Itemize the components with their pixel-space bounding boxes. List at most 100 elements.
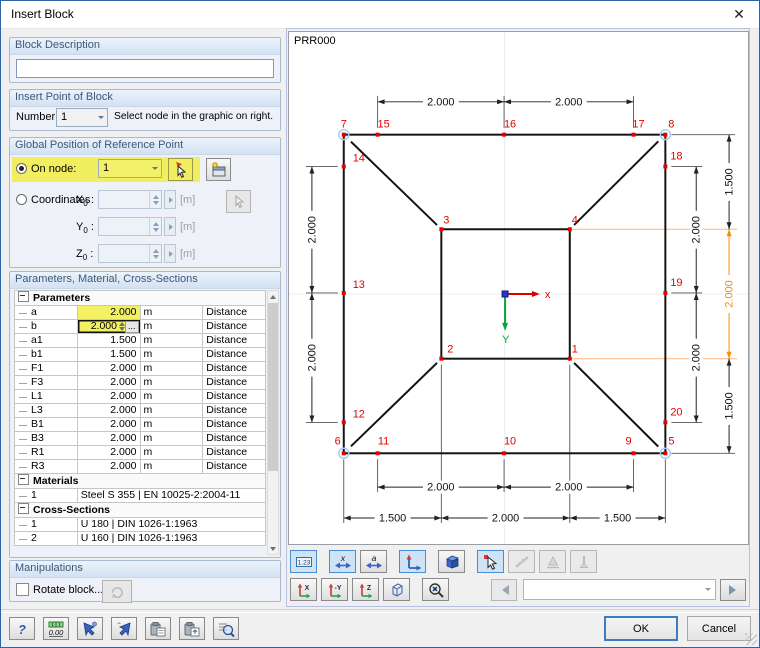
node-marker[interactable] <box>663 133 667 137</box>
rotate-block-checkbox[interactable] <box>16 583 29 596</box>
node-marker[interactable] <box>632 133 636 137</box>
insert-number-combo[interactable]: 1 <box>56 108 108 127</box>
node-pick-toggle-button[interactable] <box>477 550 504 573</box>
node-marker[interactable] <box>632 451 636 455</box>
node-marker[interactable] <box>663 420 667 424</box>
numbering-toggle-button[interactable]: 1.23 <box>290 550 317 573</box>
param-value-cell[interactable]: 2.000 <box>77 460 140 474</box>
table-row[interactable]: a2.000mDistance <box>15 306 266 320</box>
table-row[interactable]: 1U 180 | DIN 1026-1:1963 <box>15 518 266 532</box>
help-button[interactable]: ? <box>9 617 35 640</box>
ok-button[interactable]: OK <box>604 616 678 641</box>
resize-grip[interactable] <box>745 633 757 645</box>
on-node-radio[interactable] <box>16 163 27 174</box>
param-value-cell[interactable]: 2.000... <box>77 320 140 334</box>
y0-spinner[interactable] <box>98 217 162 236</box>
param-value-cell[interactable]: 2.000 <box>77 390 140 404</box>
collapse-icon[interactable] <box>18 291 29 302</box>
scrollbar-thumb[interactable] <box>268 303 278 471</box>
block-preview-area[interactable]: 2.0002.0002.0002.0002.0002.0001.5002.000… <box>288 31 749 545</box>
pick-node-button[interactable] <box>168 158 193 181</box>
table-section-header[interactable]: Materials <box>15 474 266 489</box>
table-row[interactable]: L12.000mDistance <box>15 390 266 404</box>
table-row[interactable]: R32.000mDistance <box>15 460 266 474</box>
scroll-up-icon[interactable] <box>268 291 278 302</box>
collapse-icon[interactable] <box>18 503 29 514</box>
table-row[interactable]: a11.500mDistance <box>15 334 266 348</box>
scroll-down-icon[interactable] <box>268 543 278 554</box>
node-marker[interactable] <box>342 420 346 424</box>
y0-expand-button[interactable] <box>164 217 176 236</box>
dimension-x-toggle-button[interactable]: x <box>329 550 356 573</box>
table-scrollbar[interactable] <box>267 290 279 555</box>
table-row[interactable]: F32.000mDistance <box>15 376 266 390</box>
paste-special-button[interactable] <box>179 617 205 640</box>
node-marker[interactable] <box>663 291 667 295</box>
table-row[interactable]: L32.000mDistance <box>15 404 266 418</box>
block-select-combo[interactable] <box>523 579 716 600</box>
param-value-cell[interactable]: 2.000 <box>77 446 140 460</box>
node-marker[interactable] <box>663 165 667 169</box>
table-row[interactable]: 2U 160 | DIN 1026-1:1963 <box>15 532 266 546</box>
item-value-cell[interactable]: U 180 | DIN 1026-1:1963 <box>77 518 265 532</box>
axes-toggle-button[interactable] <box>399 550 426 573</box>
view-x-button[interactable]: X <box>290 578 317 601</box>
x0-spinner[interactable] <box>98 190 162 209</box>
table-row[interactable]: F12.000mDistance <box>15 362 266 376</box>
node-marker[interactable] <box>439 357 443 361</box>
table-row[interactable]: b11.500mDistance <box>15 348 266 362</box>
param-value-cell[interactable]: 2.000 <box>77 362 140 376</box>
param-value-cell[interactable]: 2.000 <box>77 306 140 320</box>
node-marker[interactable] <box>376 451 380 455</box>
x0-expand-button[interactable] <box>164 190 176 209</box>
view-minus-y-button[interactable]: -Y <box>321 578 348 601</box>
table-section-header[interactable]: Parameters <box>15 291 266 306</box>
view-details-button[interactable] <box>213 617 239 640</box>
table-row[interactable]: B32.000mDistance <box>15 432 266 446</box>
dimension-a-toggle-button[interactable]: a <box>360 550 387 573</box>
block-description-input[interactable] <box>16 59 274 78</box>
node-marker[interactable] <box>342 133 346 137</box>
block-drawing[interactable]: 2.0002.0002.0002.0002.0002.0001.5002.000… <box>289 32 748 544</box>
pick-object-button[interactable] <box>77 617 103 640</box>
table-section-header[interactable]: Cross-Sections <box>15 503 266 518</box>
cancel-button[interactable]: Cancel <box>687 616 751 641</box>
table-row[interactable]: b2.000...mDistance <box>15 320 266 334</box>
solid-render-toggle-button[interactable] <box>438 550 465 573</box>
item-value-cell[interactable]: U 160 | DIN 1026-1:1963 <box>77 532 265 546</box>
collapse-icon[interactable] <box>18 474 29 485</box>
z0-spinner[interactable] <box>98 244 162 263</box>
table-row[interactable]: B12.000mDistance <box>15 418 266 432</box>
table-row[interactable]: 1Steel S 355 | EN 10025-2:2004-11 <box>15 489 266 503</box>
param-value-cell[interactable]: 2.000 <box>77 432 140 446</box>
node-marker[interactable] <box>376 133 380 137</box>
param-value-cell[interactable]: 2.000 <box>77 376 140 390</box>
parameters-table[interactable]: Parametersa2.000mDistanceb2.000...mDista… <box>14 290 266 546</box>
z0-expand-button[interactable] <box>164 244 176 263</box>
coordinates-radio[interactable] <box>16 194 27 205</box>
new-window-pick-button[interactable] <box>206 158 231 181</box>
node-marker[interactable] <box>568 357 572 361</box>
table-row[interactable]: R12.000mDistance <box>15 446 266 460</box>
ellipsis-button[interactable]: ... <box>125 321 139 333</box>
node-marker[interactable] <box>663 451 667 455</box>
node-marker[interactable] <box>342 451 346 455</box>
on-node-combo[interactable]: 1 <box>98 159 162 178</box>
paste-button[interactable] <box>145 617 171 640</box>
node-marker[interactable] <box>342 165 346 169</box>
isometric-view-button[interactable] <box>383 578 410 601</box>
item-value-cell[interactable]: Steel S 355 | EN 10025-2:2004-11 <box>77 489 265 503</box>
apply-object-button[interactable] <box>111 617 137 640</box>
node-marker[interactable] <box>342 291 346 295</box>
param-value-cell[interactable]: 2.000 <box>77 404 140 418</box>
units-decimal-button[interactable]: 0.00 <box>43 617 69 640</box>
zoom-reset-button[interactable] <box>422 578 449 601</box>
param-value-cell[interactable]: 1.500 <box>77 348 140 362</box>
node-marker[interactable] <box>502 133 506 137</box>
param-value-cell[interactable]: 1.500 <box>77 334 140 348</box>
node-marker[interactable] <box>502 451 506 455</box>
node-marker[interactable] <box>439 227 443 231</box>
nav-next-button[interactable] <box>720 579 746 601</box>
node-marker[interactable] <box>568 227 572 231</box>
close-icon[interactable]: ✕ <box>723 3 755 25</box>
